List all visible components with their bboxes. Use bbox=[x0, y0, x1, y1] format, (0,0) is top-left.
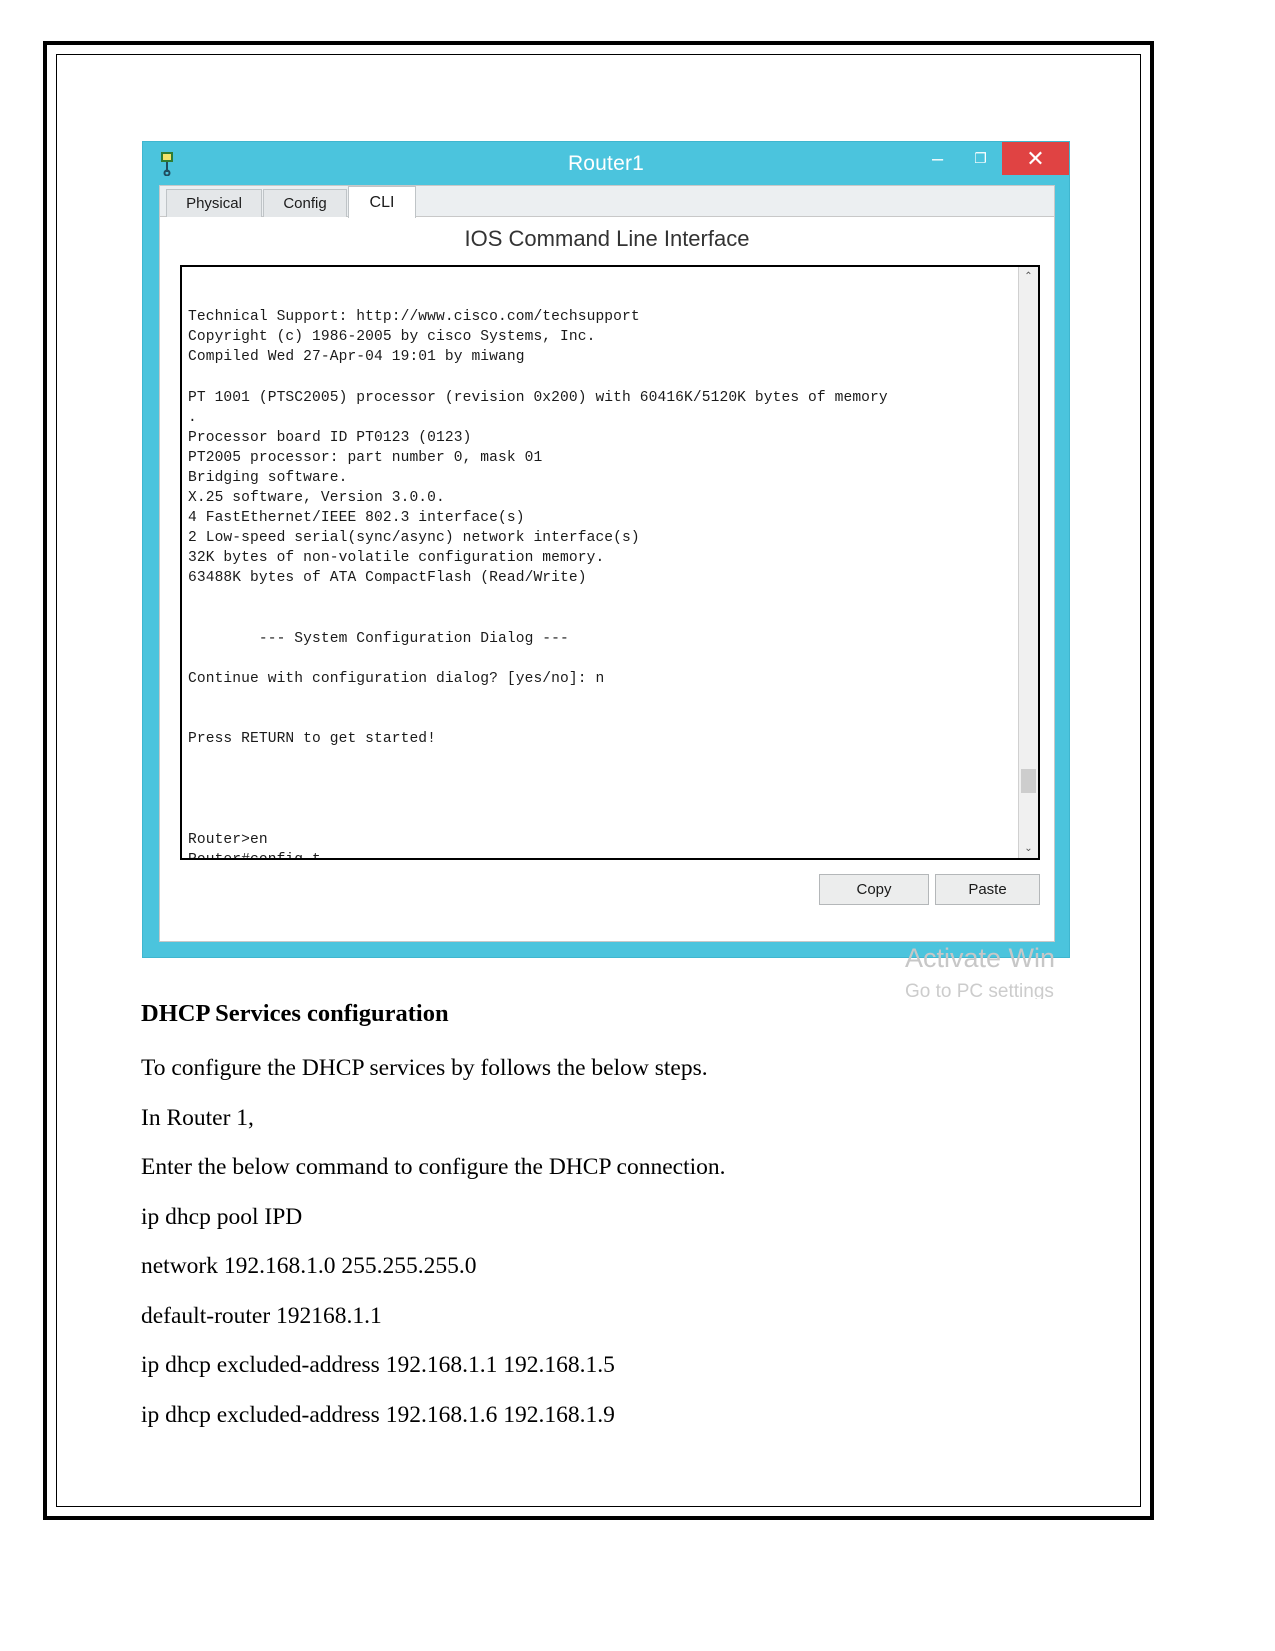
document-paragraph: ip dhcp excluded-address 192.168.1.6 192… bbox=[141, 1401, 615, 1428]
scroll-down-icon[interactable]: ⌄ bbox=[1019, 839, 1038, 858]
terminal-line: Router>en bbox=[188, 831, 268, 848]
terminal-line: Compiled Wed 27-Apr-04 19:01 by miwang bbox=[188, 349, 525, 366]
terminal-line: Technical Support: http://www.cisco.com/… bbox=[188, 309, 640, 326]
copy-button[interactable]: Copy bbox=[819, 874, 929, 905]
tab-config[interactable]: Config bbox=[263, 189, 347, 217]
window-titlebar: Router1 – ❐ ✕ bbox=[143, 142, 1069, 185]
terminal-line: 4 FastEthernet/IEEE 802.3 interface(s) bbox=[188, 510, 525, 527]
terminal-line: Continue with configuration dialog? [yes… bbox=[188, 670, 605, 687]
terminal-line: . bbox=[188, 409, 197, 426]
terminal-text: Technical Support: http://www.cisco.com/… bbox=[188, 267, 998, 858]
document-paragraph: default-router 192168.1.1 bbox=[141, 1302, 382, 1329]
watermark-line-2: Go to PC settings bbox=[905, 981, 1054, 999]
document-paragraph: ip dhcp pool IPD bbox=[141, 1203, 303, 1230]
watermark-line-1: Activate Win bbox=[905, 943, 1056, 973]
panel-title: IOS Command Line Interface bbox=[464, 226, 750, 251]
terminal-line: Bridging software. bbox=[188, 469, 348, 486]
document-paragraph: ip dhcp excluded-address 192.168.1.1 192… bbox=[141, 1352, 615, 1378]
terminal-line: Copyright (c) 1986-2005 by cisco Systems… bbox=[188, 329, 596, 346]
document-paragraph: network 192.168.1.0 255.255.255.0 bbox=[141, 1253, 477, 1279]
terminal-scrollbar[interactable]: ⌃ ⌄ bbox=[1018, 267, 1038, 858]
terminal-line: 2 Low-speed serial(sync/async) network i… bbox=[188, 530, 640, 547]
tab-cli[interactable]: CLI bbox=[348, 186, 416, 218]
terminal-line: Press RETURN to get started! bbox=[188, 731, 437, 748]
maximize-button[interactable]: ❐ bbox=[959, 142, 1002, 175]
terminal-line: PT 1001 (PTSC2005) processor (revision 0… bbox=[188, 389, 888, 406]
cli-action-buttons: Copy Paste bbox=[160, 874, 1054, 914]
document-paragraph: In Router 1, bbox=[141, 1104, 254, 1131]
tab-bar: Physical Config CLI bbox=[160, 186, 1054, 218]
packet-tracer-window: Router1 – ❐ ✕ Physical Config CLI IOS Co… bbox=[142, 141, 1070, 999]
scroll-up-icon[interactable]: ⌃ bbox=[1019, 267, 1038, 286]
document-paragraph: To configure the DHCP services by follow… bbox=[141, 1055, 708, 1081]
paste-button[interactable]: Paste bbox=[935, 874, 1040, 905]
tab-physical[interactable]: Physical bbox=[166, 189, 262, 217]
section-heading: DHCP Services configuration bbox=[141, 1000, 449, 1027]
terminal-line: X.25 software, Version 3.0.0. bbox=[188, 490, 445, 507]
terminal-line: 32K bytes of non-volatile configuration … bbox=[188, 550, 605, 567]
packet-tracer-router-icon bbox=[157, 150, 179, 177]
window-controls: – ❐ ✕ bbox=[916, 142, 1069, 178]
document-body: DHCP Services configuration To configure… bbox=[141, 1001, 1041, 1451]
terminal-line: Router#config t bbox=[188, 851, 321, 860]
window-body: Physical Config CLI IOS Command Line Int… bbox=[159, 185, 1055, 999]
document-paragraph: Enter the below command to configure the… bbox=[141, 1154, 726, 1180]
terminal-line: Processor board ID PT0123 (0123) bbox=[188, 429, 472, 446]
terminal-line: PT2005 processor: part number 0, mask 01 bbox=[188, 449, 543, 466]
close-button[interactable]: ✕ bbox=[1002, 142, 1069, 175]
activate-windows-watermark: Activate Win Go to PC settings bbox=[905, 941, 1235, 999]
terminal-line: --- System Configuration Dialog --- bbox=[188, 630, 569, 647]
scrollbar-thumb[interactable] bbox=[1021, 769, 1036, 793]
minimize-button[interactable]: – bbox=[916, 142, 959, 185]
cli-terminal[interactable]: Technical Support: http://www.cisco.com/… bbox=[180, 265, 1040, 860]
terminal-line: 63488K bytes of ATA CompactFlash (Read/W… bbox=[188, 570, 587, 587]
